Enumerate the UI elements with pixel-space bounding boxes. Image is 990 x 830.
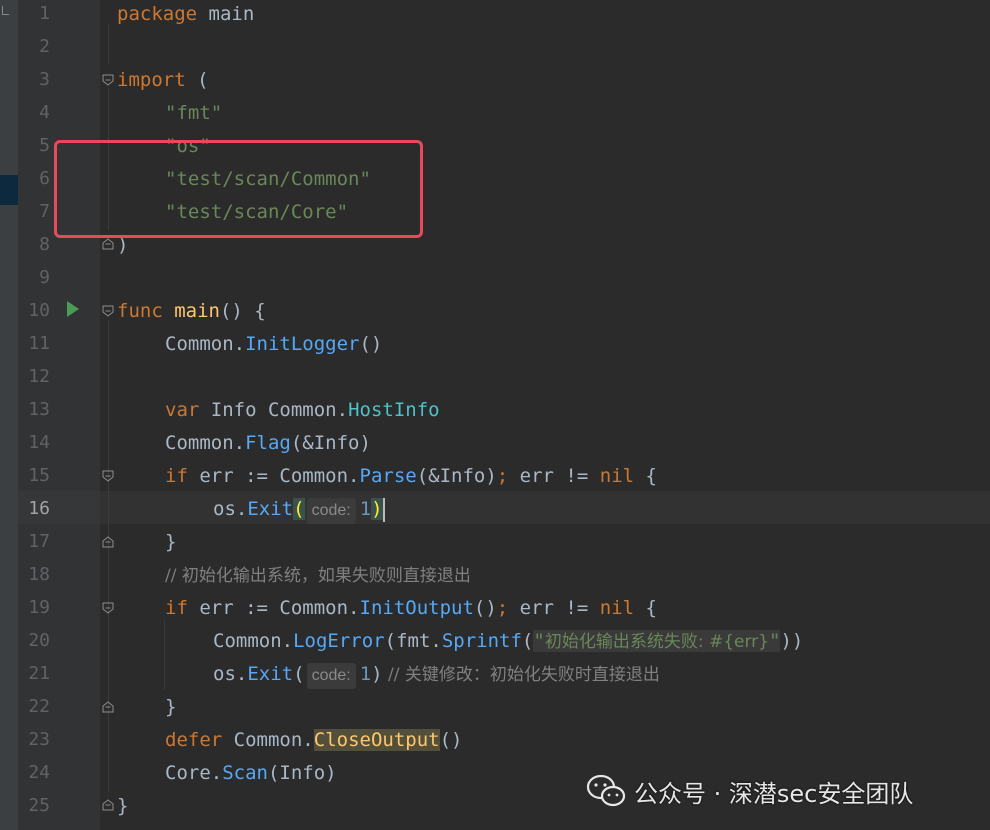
line-number[interactable]: 4 (18, 99, 50, 132)
watermark-text: 公众号 · 深潜sec安全团队 (634, 779, 914, 808)
code-line-4: "fmt" (165, 102, 223, 124)
indent-guide (108, 24, 109, 64)
fold-close-icon[interactable] (102, 701, 114, 713)
code-line-19: if err := Common.InitOutput(); err != ni… (165, 597, 657, 619)
code-line-1: package main (117, 3, 255, 25)
line-number[interactable]: 24 (18, 759, 50, 792)
code-line-15: if err := Common.Parse(&Info); err != ni… (165, 465, 657, 487)
tool-window-strip (0, 0, 18, 830)
fold-close-icon[interactable] (102, 799, 114, 811)
code-line-14: Common.Flag(&Info) (165, 432, 371, 454)
strip-active-marker (0, 175, 18, 205)
text-caret (382, 497, 385, 522)
code-line-11: Common.InitLogger() (165, 333, 383, 355)
line-number[interactable]: 1 (18, 0, 50, 33)
code-line-23: defer Common.CloseOutput() (165, 729, 463, 751)
fold-open-icon[interactable] (102, 74, 114, 86)
fold-open-icon[interactable] (102, 602, 114, 614)
line-number[interactable]: 7 (18, 198, 50, 231)
line-number[interactable]: 5 (18, 132, 50, 165)
line-number[interactable]: 12 (18, 363, 50, 396)
fold-close-icon[interactable] (102, 238, 114, 250)
line-number[interactable]: 13 (18, 396, 50, 429)
indent-guide (164, 620, 165, 690)
code-line-18: // 初始化输出系统，如果失败则直接退出 (165, 566, 471, 586)
matched-paren: ( (293, 498, 305, 520)
wechat-icon (586, 774, 626, 807)
line-number[interactable]: 20 (18, 627, 50, 660)
line-number[interactable]: 23 (18, 726, 50, 759)
strip-corner-icon (2, 6, 9, 15)
line-number[interactable]: 18 (18, 561, 50, 594)
line-number[interactable]: 3 (18, 66, 50, 99)
code-line-16: os.Exit(code: 1) (213, 495, 385, 528)
matched-paren: ) (371, 498, 383, 520)
line-number[interactable]: 21 (18, 660, 50, 693)
watermark: 公众号 · 深潜sec安全团队 (586, 771, 913, 811)
run-icon[interactable] (66, 300, 80, 318)
line-number[interactable]: 25 (18, 792, 50, 825)
code-line-20: Common.LogError(fmt.Sprintf("初始化输出系统失败: … (213, 630, 804, 652)
line-number[interactable]: 19 (18, 594, 50, 627)
current-line-highlight (18, 491, 990, 524)
fold-close-icon[interactable] (102, 536, 114, 548)
code-line-22: } (165, 696, 177, 718)
line-number[interactable]: 9 (18, 264, 50, 297)
line-number[interactable]: 15 (18, 462, 50, 495)
code-line-3: import ( (117, 69, 209, 91)
fold-open-icon[interactable] (102, 305, 114, 317)
line-number[interactable]: 22 (18, 693, 50, 726)
line-number[interactable]: 8 (18, 231, 50, 264)
parameter-hint: code: (306, 663, 356, 689)
line-number[interactable]: 2 (18, 33, 50, 66)
line-number[interactable]: 6 (18, 165, 50, 198)
code-line-10: func main() { (117, 300, 266, 322)
code-line-17: } (165, 531, 177, 553)
code-line-25: } (117, 795, 129, 817)
line-number[interactable]: 11 (18, 330, 50, 363)
line-number[interactable]: 14 (18, 429, 50, 462)
code-line-13: var Info Common.HostInfo (165, 399, 440, 421)
code-line-24: Core.Scan(Info) (165, 762, 337, 784)
line-number[interactable]: 16 (18, 495, 50, 528)
code-line-21: os.Exit(code: 1) // 关键修改：初始化失败时直接退出 (213, 660, 660, 693)
line-number[interactable]: 10 (18, 297, 50, 330)
line-number[interactable]: 17 (18, 528, 50, 561)
indent-guide (108, 320, 109, 792)
parameter-hint: code: (306, 498, 356, 524)
fold-open-icon[interactable] (102, 470, 114, 482)
highlight-annotation-box (54, 140, 423, 238)
